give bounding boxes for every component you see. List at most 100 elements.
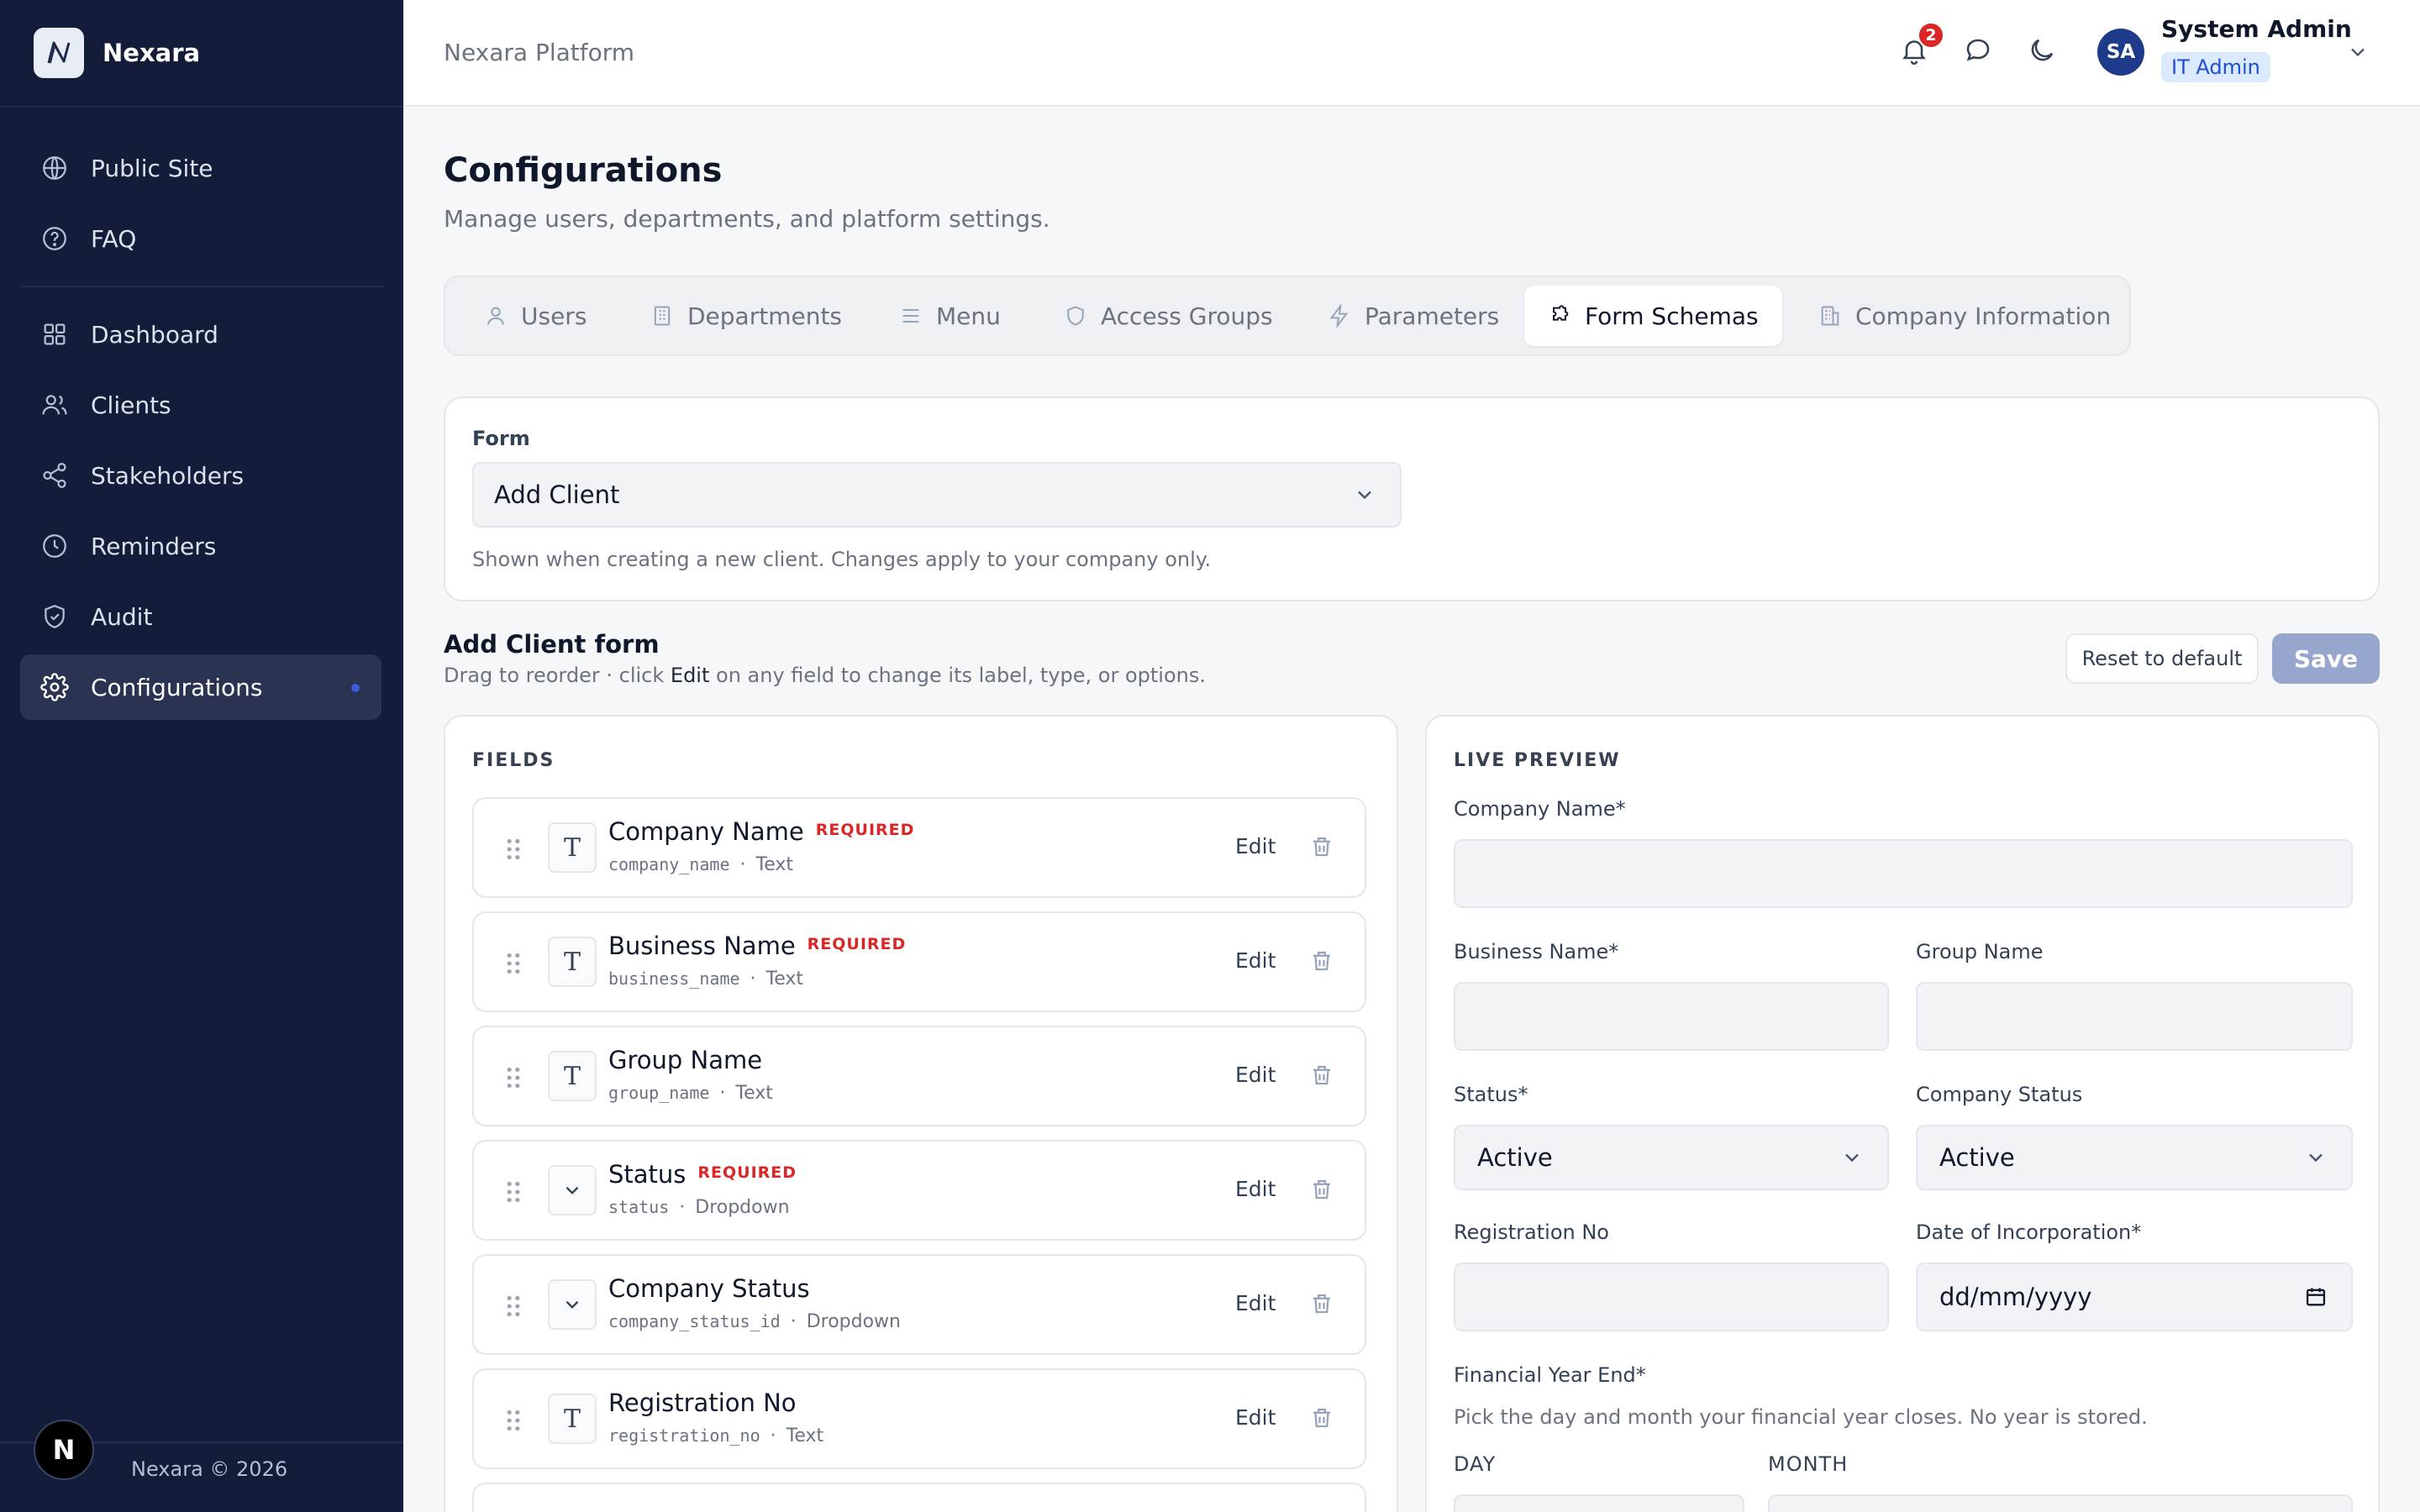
- office-icon: [1821, 306, 1839, 326]
- user-role-badge: IT Admin: [2161, 52, 2270, 82]
- preview-incorporation-date-input[interactable]: dd/mm/yyyy: [1916, 1263, 2353, 1331]
- save-button[interactable]: Save: [2272, 633, 2380, 684]
- brand-name: Nexara: [103, 39, 201, 67]
- field-row[interactable]: Company Status company_status_id · Dropdown…: [472, 1254, 1366, 1355]
- moon-icon[interactable]: [2027, 35, 2057, 66]
- preview-business-name-label: Business Name*: [1454, 940, 1619, 963]
- page-title: Configurations: [444, 151, 723, 190]
- framework-badge[interactable]: N: [34, 1420, 94, 1480]
- calendar-icon[interactable]: [2304, 1285, 2328, 1309]
- preview-status-select[interactable]: Active: [1454, 1125, 1889, 1190]
- date-placeholder: dd/mm/yyyy: [1939, 1283, 2092, 1311]
- preview-company-status-select[interactable]: Active: [1916, 1125, 2353, 1190]
- text-type-icon: T: [548, 937, 597, 987]
- preview-month-select[interactable]: [1768, 1494, 2353, 1512]
- text-type-icon: T: [548, 1394, 597, 1444]
- tab-menu[interactable]: Menu: [876, 286, 1024, 346]
- preview-status-label: Status*: [1454, 1083, 1528, 1106]
- reset-to-default-button[interactable]: Reset to default: [2065, 633, 2259, 684]
- chat-icon[interactable]: [1963, 35, 1993, 66]
- tab-label: Company Information: [1855, 302, 2112, 330]
- edit-field-button[interactable]: Edit: [1235, 1291, 1276, 1315]
- sidebar-item-public-site[interactable]: Public Site: [20, 135, 381, 201]
- users-icon: [42, 395, 67, 415]
- trash-icon[interactable]: [1309, 1405, 1334, 1431]
- drag-handle-icon[interactable]: [504, 1064, 523, 1091]
- sidebar-item-stakeholders[interactable]: Stakeholders: [20, 443, 381, 508]
- sidebar-item-clients[interactable]: Clients: [20, 372, 381, 438]
- tab-users[interactable]: Users: [460, 286, 610, 346]
- trash-icon[interactable]: [1309, 1291, 1334, 1316]
- preview-company-name-input[interactable]: [1454, 839, 2353, 908]
- sidebar-item-audit[interactable]: Audit: [20, 584, 381, 649]
- trash-icon[interactable]: [1309, 1177, 1334, 1202]
- sidebar-item-dashboard[interactable]: Dashboard: [20, 302, 381, 367]
- user-name[interactable]: System Admin: [2161, 15, 2352, 43]
- field-meta: company_status_id · Dropdown: [608, 1311, 901, 1332]
- sidebar-item-configurations[interactable]: Configurations: [20, 654, 381, 720]
- tab-company-information[interactable]: Company Information: [1795, 286, 2134, 346]
- chevron-down-icon[interactable]: [2346, 40, 2370, 64]
- tab-access-groups[interactable]: Access Groups: [1040, 286, 1297, 346]
- preview-business-name-input[interactable]: [1454, 982, 1889, 1051]
- required-badge: REQUIRED: [807, 935, 907, 953]
- brand[interactable]: Nexara: [34, 28, 200, 78]
- tab-form-schemas[interactable]: Form Schemas: [1524, 286, 1782, 346]
- edit-field-button[interactable]: Edit: [1235, 1405, 1276, 1430]
- dropdown-type-icon: [548, 1279, 597, 1330]
- form-select-hint: Shown when creating a new client. Change…: [472, 548, 1212, 571]
- tab-parameters[interactable]: Parameters: [1304, 286, 1523, 346]
- form-select[interactable]: Add Client: [472, 462, 1402, 528]
- field-label: Company Name REQUIRED: [608, 817, 914, 846]
- field-key: business_name: [608, 969, 740, 989]
- tab-departments[interactable]: Departments: [627, 286, 865, 346]
- edit-field-button[interactable]: Edit: [1235, 1177, 1276, 1201]
- active-indicator: [351, 684, 360, 692]
- sidebar-item-label: Dashboard: [91, 320, 218, 349]
- tab-label: Users: [521, 302, 587, 330]
- preview-group-name-input[interactable]: [1916, 982, 2353, 1051]
- drag-handle-icon[interactable]: [504, 1293, 523, 1320]
- dropdown-type-icon: [548, 1165, 597, 1215]
- puzzle-icon: [1553, 305, 1569, 321]
- field-type: Text: [765, 969, 804, 990]
- topbar: Nexara Platform 2 SA System Admin IT Adm…: [403, 0, 2420, 107]
- tab-label: Parameters: [1365, 302, 1500, 330]
- preview-fy-label: Financial Year End*: [1454, 1363, 1646, 1387]
- field-row[interactable]: T Group Name group_name · Text Edit: [472, 1026, 1366, 1126]
- edit-field-button[interactable]: Edit: [1235, 834, 1276, 858]
- avatar[interactable]: SA: [2097, 29, 2144, 76]
- text-type-icon: T: [548, 822, 597, 873]
- drag-handle-icon[interactable]: [504, 1407, 523, 1434]
- field-meta: company_name · Text: [608, 854, 793, 875]
- subtitle-text: on any field to change its label, type, …: [716, 664, 1206, 687]
- preview-day-select[interactable]: [1454, 1494, 1744, 1512]
- trash-icon[interactable]: [1309, 834, 1334, 859]
- drag-handle-icon[interactable]: [504, 836, 523, 863]
- preview-incorporation-label: Date of Incorporation*: [1916, 1221, 2142, 1244]
- trash-icon[interactable]: [1309, 1063, 1334, 1088]
- field-row[interactable]: T Registration No registration_no · Text Edit: [472, 1368, 1366, 1469]
- sidebar-item-reminders[interactable]: Reminders: [20, 513, 381, 579]
- field-type: Dropdown: [695, 1197, 790, 1218]
- sidebar-footer-text: Nexara © 2026: [131, 1457, 288, 1481]
- field-row[interactable]: T Business Name REQUIRED business_name · Text…: [472, 911, 1366, 1012]
- trash-icon[interactable]: [1309, 948, 1334, 974]
- preview-registration-input[interactable]: [1454, 1263, 1889, 1331]
- preview-month-label: MONTH: [1768, 1452, 1849, 1476]
- tab-label: Menu: [936, 302, 1001, 330]
- field-row[interactable]: T Company Name REQUIRED company_name · Text Ed…: [472, 797, 1366, 898]
- field-meta: status · Dropdown: [608, 1197, 790, 1218]
- field-row[interactable]: [472, 1483, 1366, 1512]
- field-row[interactable]: Status REQUIRED status · Dropdown Edit: [472, 1140, 1366, 1241]
- field-label: Company Status: [608, 1274, 810, 1303]
- drag-handle-icon[interactable]: [504, 1179, 523, 1205]
- field-type: Text: [755, 854, 794, 875]
- sidebar-item-faq[interactable]: FAQ: [20, 206, 381, 271]
- edit-field-button[interactable]: Edit: [1235, 1063, 1276, 1087]
- edit-field-button[interactable]: Edit: [1235, 948, 1276, 973]
- field-key: status: [608, 1197, 670, 1217]
- form-select-value: Add Client: [494, 480, 620, 509]
- drag-handle-icon[interactable]: [504, 950, 523, 977]
- live-preview-panel: LIVE PREVIEW Company Name* Business Name…: [1425, 715, 2380, 1512]
